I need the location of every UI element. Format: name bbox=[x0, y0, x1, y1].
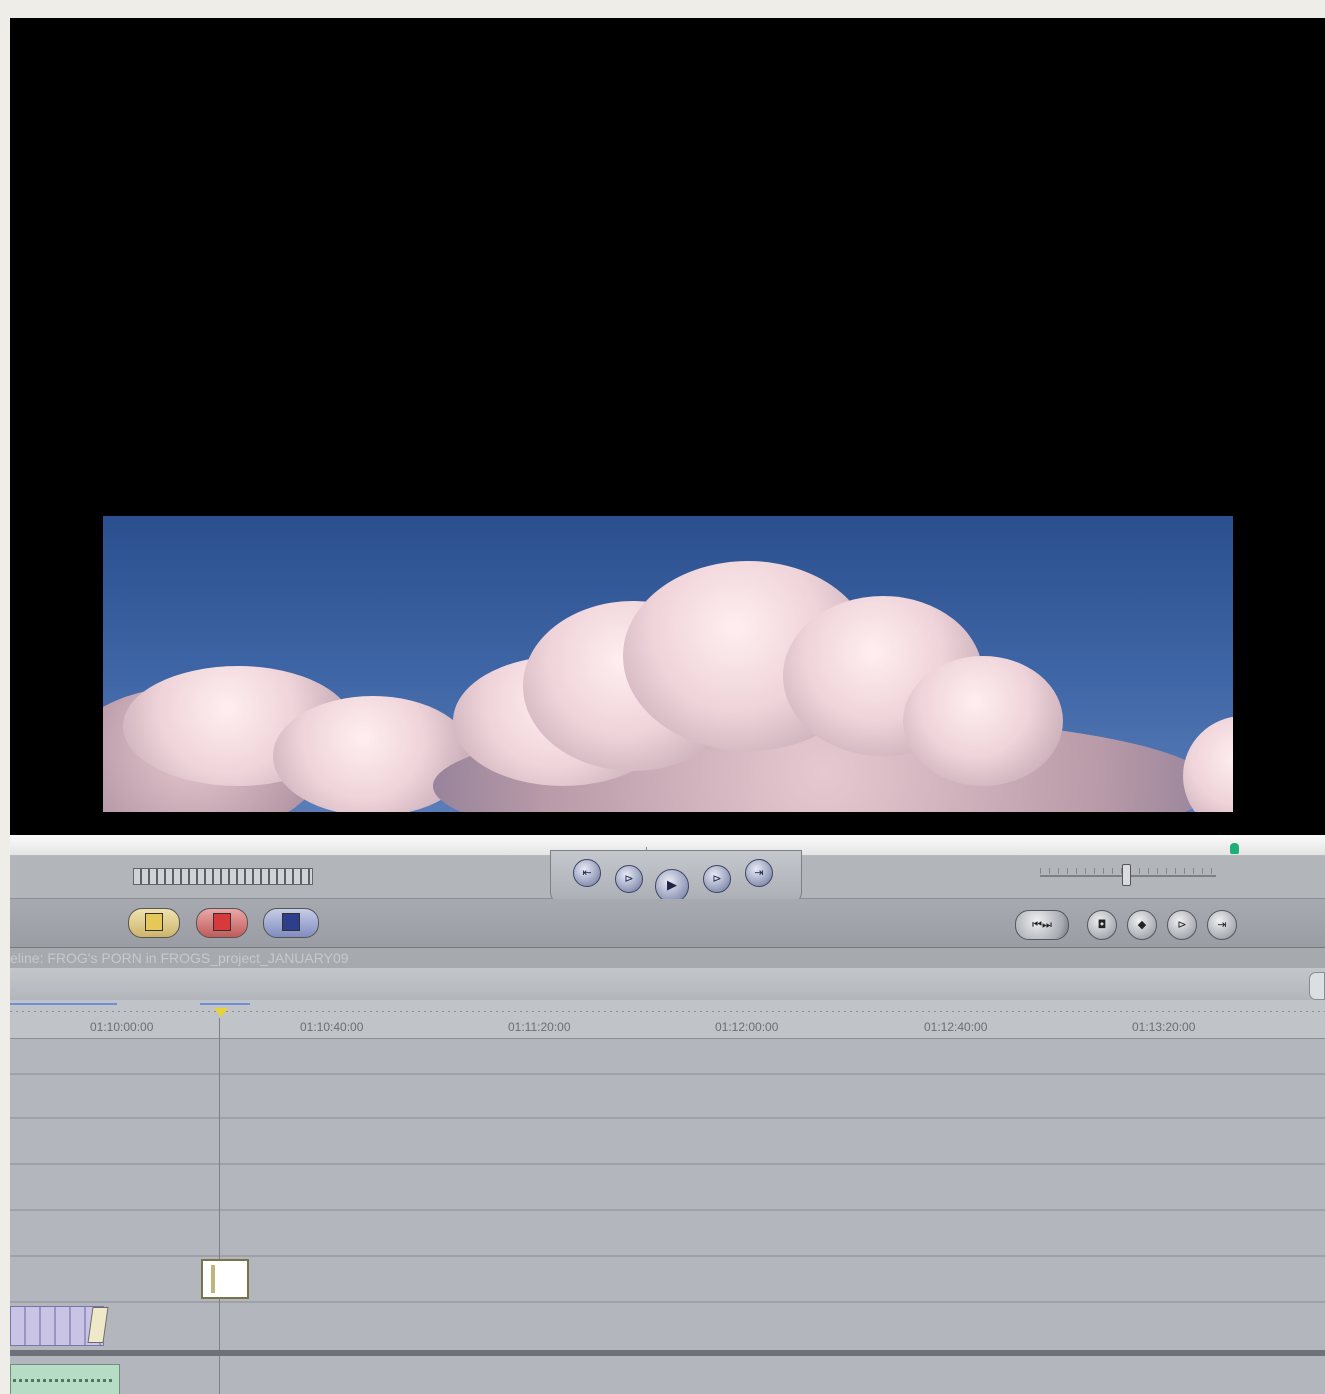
timecode-label: 01:11:20:00 bbox=[508, 1020, 571, 1034]
timeline-zoom-thumb[interactable] bbox=[1309, 972, 1325, 1000]
playhead-line bbox=[219, 1018, 220, 1394]
replace-edit-button[interactable] bbox=[263, 908, 319, 938]
timecode-label: 01:13:20:00 bbox=[1132, 1020, 1196, 1034]
cloud bbox=[1183, 716, 1233, 812]
editor-window: ⇤ ⊳ ▶ ⊳ ⇥ ⏮⏭ ◘ ◆ ⊳ ⇥ eline: FROG's PORN … bbox=[10, 18, 1325, 1394]
timecode-label: 01:10:00:00 bbox=[90, 1020, 154, 1034]
timecode-label: 01:10:40:00 bbox=[300, 1020, 364, 1034]
timeline-tracks[interactable] bbox=[10, 1039, 1325, 1394]
timecode-label: 01:12:40:00 bbox=[924, 1020, 988, 1034]
canvas-viewer bbox=[10, 18, 1325, 835]
ruler-ticks bbox=[10, 1011, 1325, 1012]
audio-waveform bbox=[13, 1379, 113, 1382]
play-icon[interactable]: ▶ bbox=[655, 869, 689, 903]
playhead-marker[interactable] bbox=[214, 1008, 228, 1017]
render-bar bbox=[10, 1003, 117, 1005]
timeline-title: eline: FROG's PORN in FROGS_project_JANU… bbox=[10, 948, 1325, 968]
scrubber-playhead[interactable] bbox=[1230, 843, 1239, 854]
jog-control[interactable] bbox=[1040, 864, 1216, 886]
next-edit-icon[interactable]: ⇥ bbox=[745, 859, 773, 887]
play-in-to-out-icon[interactable]: ⊳ bbox=[615, 865, 643, 893]
jog-knob[interactable] bbox=[1122, 864, 1131, 886]
track-divider bbox=[10, 1073, 1325, 1075]
shuttle-control[interactable] bbox=[133, 868, 313, 885]
mark-clip-button[interactable]: ◘ bbox=[1087, 910, 1117, 940]
cloud bbox=[903, 656, 1063, 786]
match-frame-button[interactable]: ⏮⏭ bbox=[1015, 910, 1069, 940]
overwrite-edit-button[interactable] bbox=[196, 908, 248, 938]
add-keyframe-button[interactable]: ◆ bbox=[1127, 910, 1157, 940]
canvas-button-row: ⏮⏭ ◘ ◆ ⊳ ⇥ bbox=[10, 899, 1325, 948]
mark-out-button[interactable]: ⇥ bbox=[1207, 910, 1237, 940]
track-divider bbox=[10, 1301, 1325, 1303]
insert-edit-button[interactable] bbox=[128, 908, 180, 938]
overwrite-icon bbox=[213, 912, 231, 931]
clip-edit-point bbox=[211, 1265, 215, 1293]
timeline-clip-selected[interactable] bbox=[201, 1259, 249, 1299]
track-divider bbox=[10, 1255, 1325, 1257]
replace-icon bbox=[282, 912, 300, 931]
play-around-icon[interactable]: ⊳ bbox=[703, 865, 731, 893]
insert-icon bbox=[145, 912, 163, 931]
track-divider bbox=[10, 1163, 1325, 1165]
prev-edit-icon[interactable]: ⇤ bbox=[573, 859, 601, 887]
track-divider bbox=[10, 1209, 1325, 1211]
track-divider bbox=[10, 1117, 1325, 1119]
render-bar bbox=[200, 1003, 250, 1005]
video-audio-separator bbox=[10, 1350, 1325, 1356]
timeline-ruler[interactable]: 01:10:00:00 01:10:40:00 01:11:20:00 01:1… bbox=[10, 1000, 1325, 1039]
audio-clip[interactable] bbox=[10, 1364, 120, 1394]
add-marker-button[interactable]: ⊳ bbox=[1167, 910, 1197, 940]
timeline-tab-bar bbox=[10, 968, 1325, 1001]
video-frame-sky-clouds bbox=[103, 516, 1233, 812]
timecode-label: 01:12:00:00 bbox=[715, 1020, 779, 1034]
